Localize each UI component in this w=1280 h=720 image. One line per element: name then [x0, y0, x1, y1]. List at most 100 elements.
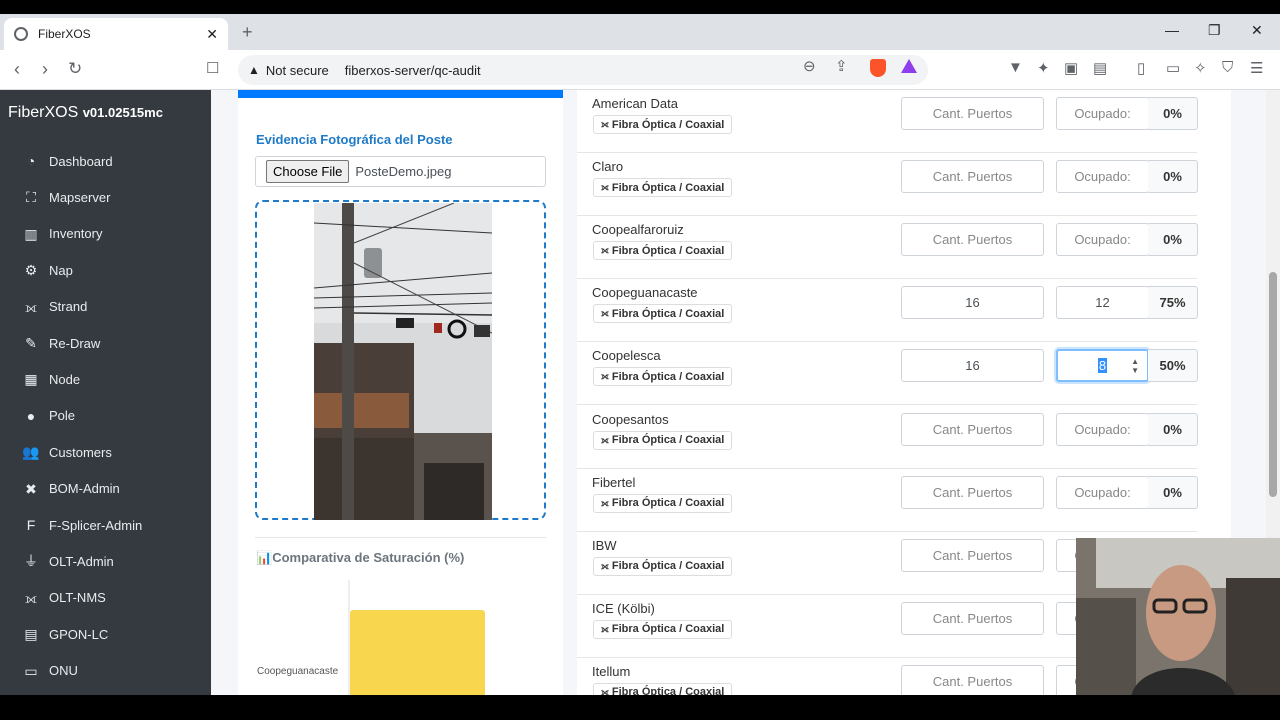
- sidebar-item-re-draw[interactable]: ✎ Re-Draw: [22, 331, 100, 355]
- operator-row: Coopealfaroruiz ⟗ Fibra Óptica / Coaxial Ca…: [577, 216, 1198, 280]
- url-text[interactable]: fiberxos-server/qc-audit: [345, 63, 481, 78]
- save-icon[interactable]: ▤: [1093, 59, 1107, 77]
- forward-icon[interactable]: ›: [42, 59, 48, 80]
- operator-name: Coopealfaroruiz: [592, 222, 684, 238]
- brave-shield-icon[interactable]: [870, 59, 886, 77]
- sidebar-item-onu[interactable]: ▭ ONU: [22, 659, 78, 683]
- sidebar-item-dashboard[interactable]: ◔ Dashboard: [22, 149, 113, 173]
- operator-type-badge: ⟗ Fibra Óptica / Coaxial: [593, 115, 733, 134]
- brave-rewards-icon[interactable]: [901, 59, 917, 73]
- sidebar-item-label: ONU: [49, 663, 78, 679]
- operator-row: American Data ⟗ Fibra Óptica / Coaxial Cant…: [577, 90, 1198, 153]
- inventory-icon: ▥: [24, 225, 38, 242]
- operator-row: Fibertel ⟗ Fibra Óptica / Coaxial Cant. Pue…: [577, 469, 1198, 532]
- minimize-icon[interactable]: —: [1165, 22, 1179, 38]
- ocupado-input[interactable]: 12: [1056, 286, 1149, 320]
- close-window-icon[interactable]: ✕: [1251, 22, 1263, 39]
- map-icon: ⛶: [26, 189, 36, 206]
- reload-icon[interactable]: ↻: [68, 59, 82, 79]
- address-bar[interactable]: ▲ Not secure fiberxos-server/qc-audit: [238, 55, 928, 85]
- operator-row: Coopesantos ⟗ Fibra Óptica / Coaxial Cant. …: [577, 406, 1198, 469]
- sidebar-toggle-icon[interactable]: ▯: [1137, 59, 1145, 77]
- sidebar-item-inventory[interactable]: ▥ Inventory: [22, 222, 102, 246]
- chart-category-label: Coopeguanacaste: [257, 666, 339, 677]
- ocupado-input[interactable]: Ocupado:: [1056, 412, 1149, 446]
- globe-icon: [14, 27, 28, 41]
- network-icon: ⟗: [24, 589, 38, 606]
- ocupado-input[interactable]: Ocupado:: [1056, 160, 1149, 194]
- network-icon: ⟗: [601, 434, 609, 445]
- sidebar-item-f-splicer-admin[interactable]: F F-Splicer-Admin: [22, 513, 142, 537]
- bookmark-icon[interactable]: ☐: [206, 59, 219, 77]
- extensions-icon[interactable]: ✦: [1037, 59, 1050, 77]
- sidebar-item-strand[interactable]: ⟗ Strand: [22, 295, 87, 319]
- restore-icon[interactable]: ❐: [1208, 22, 1221, 39]
- sidebar-item-gpon-lc[interactable]: ▤ GPON-LC: [22, 622, 108, 646]
- close-tab-icon[interactable]: ✕: [206, 26, 218, 43]
- operator-name: IBW: [592, 537, 617, 553]
- sidebar-item-bom-admin[interactable]: ✖ BOM-Admin: [22, 477, 120, 501]
- puertos-input[interactable]: 16: [901, 286, 1044, 320]
- sidebar-item-olt-admin[interactable]: ⏚ OLT-Admin: [22, 549, 114, 573]
- saturation-percent: 0%: [1148, 412, 1198, 446]
- choose-file-button[interactable]: Choose File: [266, 160, 350, 183]
- sidebar-item-pole[interactable]: ● Pole: [22, 404, 75, 428]
- back-icon[interactable]: ‹: [14, 59, 20, 80]
- zoom-icon[interactable]: ⊖: [803, 57, 816, 75]
- sidebar-item-olt-nms[interactable]: ⟗ OLT-NMS: [22, 586, 106, 610]
- file-input[interactable]: Choose File PosteDemo.jpeg: [255, 156, 546, 187]
- reader-icon[interactable]: ▣: [1064, 59, 1078, 77]
- operator-type-badge: ⟗ Fibra Óptica / Coaxial: [593, 178, 733, 198]
- sidebar-item-nap[interactable]: ⚙ Nap: [22, 258, 73, 282]
- vpn-icon[interactable]: ▼: [1008, 59, 1023, 76]
- browser-tab[interactable]: FiberXOS ✕: [4, 18, 228, 50]
- operator-row: Claro ⟗ Fibra Óptica / Coaxial Cant. Puerto…: [577, 153, 1198, 217]
- sidebar-item-customers[interactable]: 👥 Customers: [22, 440, 112, 464]
- wallet-icon[interactable]: ▭: [1166, 59, 1180, 77]
- splicer-icon: F: [26, 517, 36, 533]
- security-label: Not secure: [265, 62, 329, 78]
- ocupado-input[interactable]: Ocupado:: [1056, 97, 1149, 130]
- pencil-icon: ✎: [25, 335, 37, 351]
- puertos-input[interactable]: Cant. Puertos: [901, 475, 1044, 509]
- operator-name: American Data: [592, 96, 678, 111]
- shield-icon[interactable]: ⛉: [1222, 59, 1233, 76]
- network-icon: ⟗: [601, 182, 609, 193]
- sidebar-item-label: Re-Draw: [49, 335, 101, 351]
- new-tab-button[interactable]: +: [242, 22, 253, 43]
- puertos-input[interactable]: Cant. Puertos: [901, 97, 1044, 130]
- brand[interactable]: FiberXOS v01.02515mc: [8, 104, 163, 122]
- sidebar-item-node[interactable]: ▦ Node: [22, 367, 80, 391]
- monitor-icon: ▭: [24, 662, 38, 679]
- puertos-input[interactable]: Cant. Puertos: [901, 223, 1044, 257]
- pole-photo: [314, 203, 492, 520]
- ocupado-input[interactable]: Ocupado:: [1056, 223, 1149, 257]
- brand-version: v01.02515mc: [82, 105, 163, 120]
- puertos-input[interactable]: Cant. Puertos: [901, 601, 1044, 635]
- sidebar-item-label: Customers: [49, 444, 112, 460]
- puertos-input[interactable]: Cant. Puertos: [901, 538, 1044, 572]
- operator-type-badge: ⟗ Fibra Óptica / Coaxial: [593, 682, 733, 695]
- hdd-icon: ▤: [24, 626, 38, 643]
- puertos-input[interactable]: 16: [901, 349, 1044, 383]
- ocupado-input[interactable]: Ocupado:: [1056, 475, 1149, 509]
- operator-type-badge: ⟗ Fibra Óptica / Coaxial: [593, 367, 733, 387]
- operator-name: Coopeguanacaste: [592, 285, 698, 301]
- saturation-percent: 0%: [1148, 160, 1198, 194]
- page-scrollbar-thumb[interactable]: [1269, 272, 1277, 497]
- ocupado-input[interactable]: 8 ▲ ▼: [1056, 349, 1149, 383]
- operator-name: ICE (Kölbi): [592, 600, 655, 616]
- menu-icon[interactable]: ☰: [1250, 59, 1263, 77]
- chart-icon: 📊: [256, 550, 273, 565]
- spinner-icon[interactable]: ▲ ▼: [1131, 357, 1139, 375]
- sidebar-item-label: Dashboard: [49, 153, 113, 169]
- brand-name: FiberXOS: [8, 104, 79, 121]
- share-icon[interactable]: ⇪: [835, 57, 848, 75]
- puertos-input[interactable]: Cant. Puertos: [901, 664, 1044, 695]
- sidebar-item-mapserver[interactable]: ⛶ Mapserver: [22, 185, 110, 209]
- puertos-input[interactable]: Cant. Puertos: [901, 412, 1044, 446]
- puertos-input[interactable]: Cant. Puertos: [901, 160, 1044, 194]
- sidebar-item-label: F-Splicer-Admin: [49, 517, 143, 533]
- ocupado-value: 8: [1097, 358, 1108, 374]
- leo-icon[interactable]: ✧: [1194, 59, 1207, 77]
